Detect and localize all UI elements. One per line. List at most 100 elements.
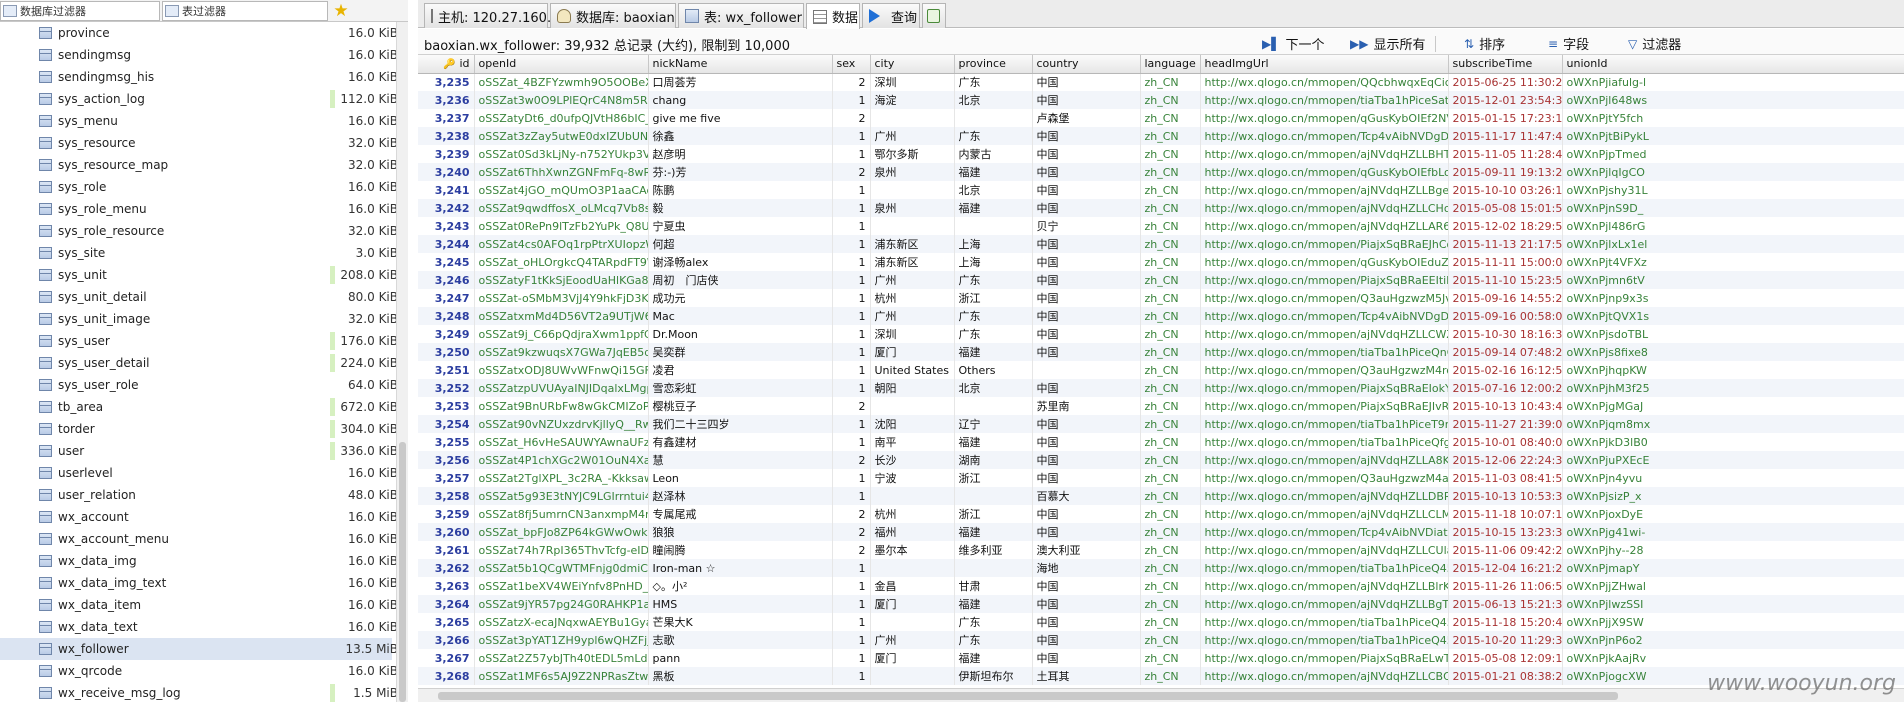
cell-id[interactable]: 3,238 bbox=[418, 127, 475, 145]
cell-id[interactable]: 3,266 bbox=[418, 631, 475, 649]
cell-province[interactable]: 北京 bbox=[954, 379, 1033, 397]
cell-country[interactable]: 中国 bbox=[1032, 613, 1141, 631]
cell-id[interactable]: 3,241 bbox=[418, 181, 475, 199]
cell-unionid[interactable]: oWXnPjmapY bbox=[1562, 559, 1904, 577]
cell-headimgurl[interactable]: http://wx.qlogo.cn/mmopen/tiaTba1hPiceQf… bbox=[1200, 433, 1449, 451]
cell-id[interactable]: 3,249 bbox=[418, 325, 475, 343]
cell-unionid[interactable]: oWXnPjqm8mx bbox=[1562, 415, 1904, 433]
cell-nickname[interactable]: 口周荟芳 bbox=[648, 73, 833, 91]
table-item-sendingmsg-his[interactable]: sendingmsg_his 16.0 KiB bbox=[0, 66, 398, 88]
cell-headimgurl[interactable]: http://wx.qlogo.cn/mmopen/tiaTba1hPiceSa… bbox=[1200, 91, 1449, 109]
cell-sex[interactable]: 1 bbox=[832, 145, 871, 163]
cell-province[interactable] bbox=[954, 397, 1033, 415]
table-row[interactable]: 3,241oSSZat4jGO_mQUmO3P1aaCAqcfRk陈鹏1 北京中国… bbox=[418, 181, 1904, 199]
cell-openid[interactable]: oSSZat0RePn9lTzFb2YuPk_Q8UAs bbox=[474, 217, 649, 235]
cell-language[interactable]: zh_CN bbox=[1140, 595, 1201, 613]
cell-headimgurl[interactable]: http://wx.qlogo.cn/mmopen/Q3auHgzwzM4rcZ… bbox=[1200, 361, 1449, 379]
cell-nickname[interactable]: 凌君 bbox=[648, 361, 833, 379]
cell-subscribetime[interactable]: 2015-10-20 11:29:36 bbox=[1448, 631, 1563, 649]
cell-headimgurl[interactable]: http://wx.qlogo.cn/mmopen/ajNVdqHZLLDBRE… bbox=[1200, 487, 1449, 505]
cell-unionid[interactable]: oWXnPjsdoTBL bbox=[1562, 325, 1904, 343]
cell-unionid[interactable]: oWXnPjpTmed bbox=[1562, 145, 1904, 163]
cell-province[interactable]: 北京 bbox=[954, 91, 1033, 109]
cell-subscribetime[interactable]: 2015-12-01 23:54:36 bbox=[1448, 91, 1563, 109]
cell-sex[interactable]: 1 bbox=[832, 91, 871, 109]
cell-sex[interactable]: 1 bbox=[832, 361, 871, 379]
cell-nickname[interactable]: 吴奕群 bbox=[648, 343, 833, 361]
cell-province[interactable]: 浙江 bbox=[954, 469, 1033, 487]
cell-country[interactable]: 中国 bbox=[1032, 235, 1141, 253]
cell-unionid[interactable]: oWXnPjkAajRv bbox=[1562, 649, 1904, 667]
cell-province[interactable]: 浙江 bbox=[954, 505, 1033, 523]
cell-id[interactable]: 3,243 bbox=[418, 217, 475, 235]
cell-country[interactable]: 中国 bbox=[1032, 469, 1141, 487]
cell-unionid[interactable]: oWXnPjtBiPykL bbox=[1562, 127, 1904, 145]
cell-province[interactable]: 福建 bbox=[954, 433, 1033, 451]
cell-language[interactable]: zh_CN bbox=[1140, 343, 1201, 361]
cell-id[interactable]: 3,257 bbox=[418, 469, 475, 487]
cell-sex[interactable]: 1 bbox=[832, 433, 871, 451]
cell-city[interactable]: 海淀 bbox=[870, 91, 955, 109]
cell-unionid[interactable]: oWXnPjtY5fch bbox=[1562, 109, 1904, 127]
cell-openid[interactable]: oSSZat1MF6s5AJ9Z2NPRasZtwL88 bbox=[474, 667, 649, 685]
cell-city[interactable]: 鄂尔多斯 bbox=[870, 145, 955, 163]
cell-subscribetime[interactable]: 2015-12-04 16:21:20 bbox=[1448, 559, 1563, 577]
cell-sex[interactable]: 2 bbox=[832, 397, 871, 415]
cell-city[interactable]: 泉州 bbox=[870, 163, 955, 181]
cell-nickname[interactable]: 狼狼 bbox=[648, 523, 833, 541]
table-row[interactable]: 3,236oSSZat3w0O9LPlEQrC4N8m5Rkg3w8chang1… bbox=[418, 91, 1904, 109]
cell-id[interactable]: 3,239 bbox=[418, 145, 475, 163]
cell-sex[interactable]: 2 bbox=[832, 541, 871, 559]
cell-language[interactable]: zh_CN bbox=[1140, 667, 1201, 685]
table-item-tb-area[interactable]: tb_area 672.0 KiB bbox=[0, 396, 398, 418]
cell-headimgurl[interactable]: http://wx.qlogo.cn/mmopen/Tcp4vAibNVDgDg… bbox=[1200, 127, 1449, 145]
cell-sex[interactable]: 1 bbox=[832, 289, 871, 307]
cell-country[interactable]: 中国 bbox=[1032, 595, 1141, 613]
filter-button[interactable]: ▽ 过滤器 bbox=[1628, 34, 1681, 54]
table-row[interactable]: 3,256oSSZat4P1chXGc2W01OuN4XaYT1w慧2长沙湖南中… bbox=[418, 451, 1904, 469]
cell-city[interactable] bbox=[870, 217, 955, 235]
table-item-wx-data-item[interactable]: wx_data_item 16.0 KiB bbox=[0, 594, 398, 616]
cell-headimgurl[interactable]: http://wx.qlogo.cn/mmopen/ajNVdqHZLLCWZg… bbox=[1200, 325, 1449, 343]
cell-province[interactable]: 福建 bbox=[954, 595, 1033, 613]
cell-nickname[interactable]: 谢泽畅alex bbox=[648, 253, 833, 271]
cell-id[interactable]: 3,236 bbox=[418, 91, 475, 109]
cell-province[interactable]: 广东 bbox=[954, 631, 1033, 649]
table-row[interactable]: 3,266oSSZat3pYAT1ZH9ypl6wQHZFjjmY志歌1广州广东… bbox=[418, 631, 1904, 649]
next-button[interactable]: ▶▌ 下一个 bbox=[1262, 34, 1324, 54]
cell-province[interactable]: 维多利亚 bbox=[954, 541, 1033, 559]
cell-unionid[interactable]: oWXnPjkD3lB0 bbox=[1562, 433, 1904, 451]
cell-id[interactable]: 3,255 bbox=[418, 433, 475, 451]
cell-sex[interactable]: 1 bbox=[832, 253, 871, 271]
cell-language[interactable]: zh_CN bbox=[1140, 577, 1201, 595]
cell-nickname[interactable]: 芬:-)芳 bbox=[648, 163, 833, 181]
cell-sex[interactable]: 1 bbox=[832, 613, 871, 631]
cell-province[interactable] bbox=[954, 109, 1033, 127]
column-header-subscribetime[interactable]: subscribeTime bbox=[1448, 55, 1563, 74]
cell-headimgurl[interactable]: http://wx.qlogo.cn/mmopen/ajNVdqHZLLCHo0… bbox=[1200, 199, 1449, 217]
cell-nickname[interactable]: 赵彦明 bbox=[648, 145, 833, 163]
cell-country[interactable]: 中国 bbox=[1032, 649, 1141, 667]
table-item-sys-role[interactable]: sys_role 16.0 KiB bbox=[0, 176, 398, 198]
table-row[interactable]: 3,253oSSZat9BnURbFw8wGkCMIZoPHXuE樱桃豆子2 苏里… bbox=[418, 397, 1904, 415]
cell-openid[interactable]: oSSZat_4BZFYzwmh9O5OOBeXJnLA bbox=[474, 73, 649, 91]
cell-id[interactable]: 3,254 bbox=[418, 415, 475, 433]
cell-sex[interactable]: 2 bbox=[832, 109, 871, 127]
cell-city[interactable]: 朝阳 bbox=[870, 379, 955, 397]
cell-country[interactable]: 贝宁 bbox=[1032, 217, 1141, 235]
cell-city[interactable] bbox=[870, 667, 955, 685]
cell-id[interactable]: 3,244 bbox=[418, 235, 475, 253]
cell-city[interactable]: 沈阳 bbox=[870, 415, 955, 433]
cell-subscribetime[interactable]: 2015-09-14 07:48:28 bbox=[1448, 343, 1563, 361]
cell-headimgurl[interactable]: http://wx.qlogo.cn/mmopen/ajNVdqHZLLBHTY… bbox=[1200, 145, 1449, 163]
cell-language[interactable]: zh_CN bbox=[1140, 199, 1201, 217]
cell-id[interactable]: 3,259 bbox=[418, 505, 475, 523]
table-row[interactable]: 3,250oSSZat9kzwuqsX7GWa7JqEB5dOHI吴奕群1厦门福… bbox=[418, 343, 1904, 361]
cell-unionid[interactable]: oWXnPjlwzSSI bbox=[1562, 595, 1904, 613]
cell-openid[interactable]: oSSZat4jGO_mQUmO3P1aaCAqcfRk bbox=[474, 181, 649, 199]
cell-id[interactable]: 3,246 bbox=[418, 271, 475, 289]
cell-language[interactable]: zh_CN bbox=[1140, 145, 1201, 163]
cell-openid[interactable]: oSSZat3zZay5utwE0dxIZUbUNDho bbox=[474, 127, 649, 145]
cell-unionid[interactable]: oWXnPjnp9x3s bbox=[1562, 289, 1904, 307]
cell-province[interactable]: 福建 bbox=[954, 523, 1033, 541]
